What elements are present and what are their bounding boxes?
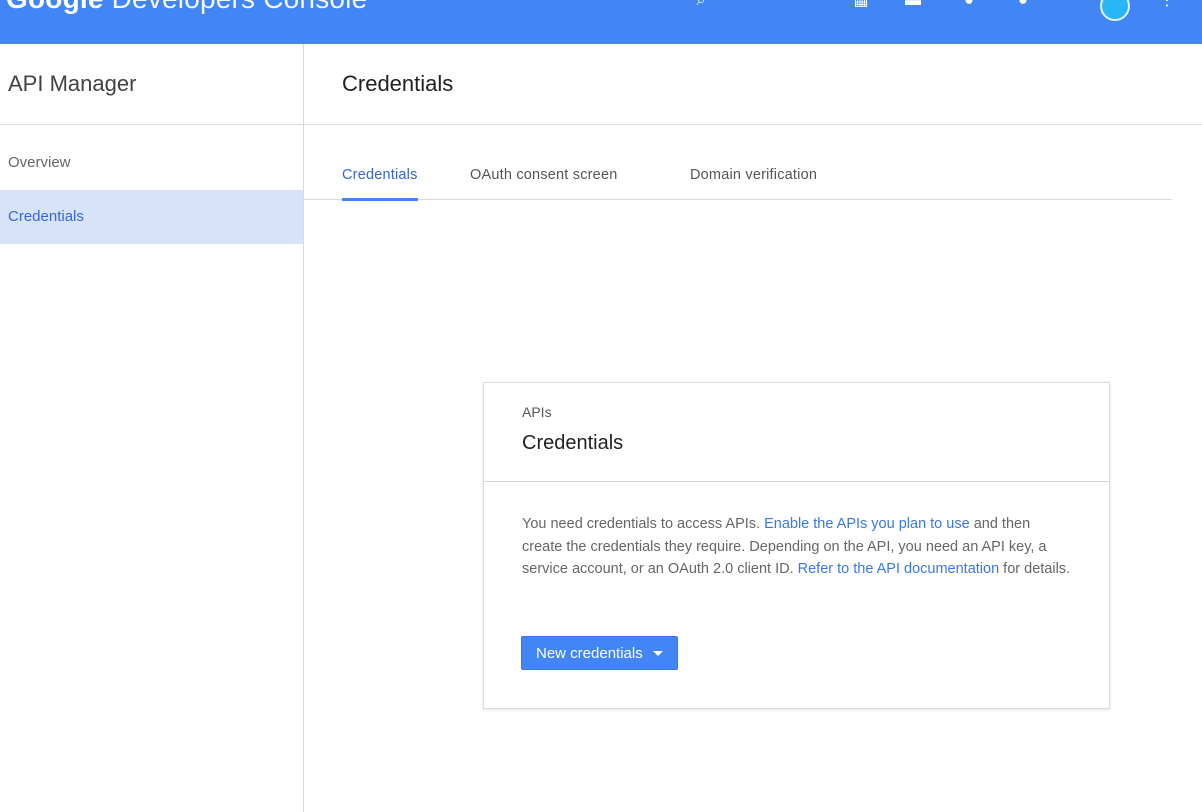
tab-credentials[interactable]: Credentials: [342, 125, 418, 201]
card-header: APIs Credentials: [484, 383, 1109, 482]
sidebar-item-credentials[interactable]: Credentials: [0, 190, 303, 244]
console-title-text: Developers Console: [104, 0, 368, 14]
description-text: You need credentials to access APIs.: [522, 516, 765, 532]
enable-apis-link[interactable]: Enable the APIs you plan to use: [764, 516, 970, 532]
api-documentation-link[interactable]: Refer to the API documentation: [798, 561, 1000, 577]
tab-bar: Credentials OAuth consent screen Domain …: [304, 125, 1172, 201]
card-title: Credentials: [522, 432, 624, 454]
help-icon[interactable]: ●: [1014, 0, 1032, 10]
top-app-bar: Google Developers Console ⌕ ▦ ▬ ● ● ⋮: [0, 0, 1202, 44]
page-title: Credentials: [304, 44, 1202, 125]
new-credentials-button[interactable]: New credentials: [521, 636, 678, 670]
sidebar: API Manager Overview Credentials: [0, 44, 304, 812]
apps-icon[interactable]: ▦: [852, 0, 870, 10]
app-title[interactable]: Google Developers Console: [6, 0, 367, 15]
caret-down-icon: [652, 650, 663, 656]
tab-domain-verification[interactable]: Domain verification: [690, 125, 817, 200]
avatar[interactable]: [1100, 0, 1130, 21]
sidebar-item-overview[interactable]: Overview: [0, 136, 303, 190]
google-logo-text: Google: [6, 0, 104, 14]
card-subtitle: APIs: [522, 404, 552, 420]
description-text: for details.: [999, 561, 1071, 577]
notifications-icon[interactable]: ▬: [904, 0, 922, 10]
sidebar-nav: Overview Credentials: [0, 125, 303, 244]
new-credentials-label: New credentials: [536, 645, 643, 662]
search-icon[interactable]: ⌕: [692, 0, 710, 10]
chat-icon[interactable]: ●: [960, 0, 978, 10]
credentials-card: APIs Credentials You need credentials to…: [483, 382, 1110, 709]
more-icon[interactable]: ⋮: [1158, 0, 1176, 10]
tab-oauth-consent-screen[interactable]: OAuth consent screen: [470, 125, 617, 200]
card-description: You need credentials to access APIs. Ena…: [484, 482, 1109, 581]
sidebar-title: API Manager: [0, 44, 303, 125]
